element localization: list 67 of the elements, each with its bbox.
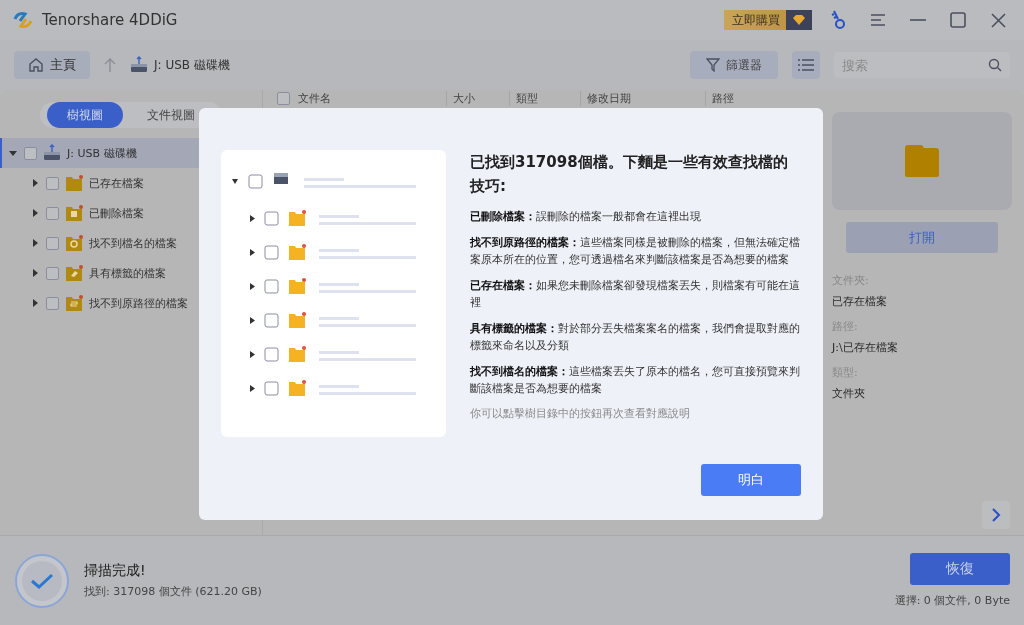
field-value: J:\已存在檔案: [832, 340, 899, 355]
folder-icon: [65, 294, 83, 312]
buy-now-button[interactable]: 立即購買: [724, 10, 812, 30]
column-header[interactable]: 文件名: [298, 90, 438, 106]
got-it-button[interactable]: 明白: [701, 464, 801, 496]
up-arrow-icon[interactable]: [104, 58, 116, 72]
search-icon[interactable]: [988, 58, 1002, 72]
expand-arrow-icon[interactable]: [30, 298, 40, 308]
expand-arrow-icon[interactable]: [30, 238, 40, 248]
home-icon: [28, 57, 44, 73]
tree-label: J: USB 磁碟機: [67, 145, 137, 161]
tip-text: 找不到原路徑的檔案：這些檔案同樣是被刪除的檔案，但無法確定檔案原本所在的位置，您可透過檔名來判斷該檔案是否為想要的檔案: [470, 235, 801, 268]
filter-icon: [706, 58, 720, 72]
selection-summary: 選擇: 0 個文件, 0 Byte: [894, 593, 1010, 608]
collapse-arrow-icon[interactable]: [8, 148, 18, 158]
tree-label: 找不到檔名的檔案: [89, 235, 177, 251]
column-header[interactable]: 修改日期: [580, 90, 697, 106]
tree-row[interactable]: 找不到原路徑的檔案: [0, 288, 262, 318]
path-label: J: USB 磁碟機: [154, 56, 230, 74]
column-header[interactable]: 類型: [509, 90, 572, 106]
hint-text: 你可以點擊樹目錄中的按鈕再次查看對應說明: [470, 406, 691, 421]
folder-icon: [65, 234, 83, 252]
checkbox[interactable]: [46, 296, 59, 310]
tree-label: 具有標籤的檔案: [89, 265, 166, 281]
column-header[interactable]: 大小: [446, 90, 501, 106]
expand-arrow-icon[interactable]: [30, 268, 40, 278]
home-button[interactable]: 主頁: [14, 51, 90, 79]
tree-row[interactable]: 已存在檔案: [0, 168, 262, 198]
checkbox[interactable]: [46, 266, 59, 280]
usb-drive-icon: [43, 144, 61, 162]
view-tab[interactable]: 樹視圖: [47, 102, 123, 128]
logo-icon: [12, 9, 34, 31]
checkbox[interactable]: [46, 176, 59, 190]
tree-row[interactable]: 找不到檔名的檔案: [0, 228, 262, 258]
column-header[interactable]: 路徑: [705, 90, 792, 106]
scan-complete-icon: [14, 552, 70, 609]
expand-arrow-icon[interactable]: [30, 178, 40, 188]
view-tab[interactable]: 文件視圖: [127, 102, 215, 128]
tree-label: 已存在檔案: [89, 175, 144, 191]
folder-icon: [904, 144, 940, 178]
diamond-icon: [792, 14, 806, 26]
usb-drive-icon: [130, 56, 148, 74]
tip-text: 已刪除檔案：誤刪除的檔案一般都會在這裡出現: [470, 209, 702, 225]
field-value: 已存在檔案: [832, 294, 888, 309]
expand-arrow-icon[interactable]: [30, 208, 40, 218]
status-title: 掃描完成!: [84, 562, 147, 580]
status-summary: 找到: 317098 個文件 (621.20 GB): [84, 584, 262, 599]
filter-button[interactable]: 篩選器: [690, 51, 778, 79]
folder-icon: [65, 264, 83, 282]
tip-text: 找不到檔名的檔案：這些檔案丟失了原本的檔名，您可直接預覽來判斷該檔案是否為想要的檔案: [470, 364, 801, 397]
tree-row[interactable]: 已刪除檔案: [0, 198, 262, 228]
checkbox[interactable]: [46, 206, 59, 220]
folder-icon: [65, 174, 83, 192]
list-view-icon[interactable]: [792, 51, 820, 79]
checkbox[interactable]: [46, 236, 59, 250]
checkbox[interactable]: [277, 91, 290, 105]
tree-label: 找不到原路徑的檔案: [89, 295, 188, 311]
app-title: Tenorshare 4DDiG: [42, 11, 178, 29]
dialog-title: 已找到317098個檔。下麵是一些有效查找檔的技巧:: [470, 152, 789, 197]
tree-row[interactable]: 具有標籤的檔案: [0, 258, 262, 288]
field-value: 文件夾: [832, 386, 866, 401]
folder-icon: [65, 204, 83, 222]
tree-label: 已刪除檔案: [89, 205, 144, 221]
recover-button[interactable]: 恢復: [910, 553, 1010, 585]
checkbox[interactable]: [24, 146, 37, 160]
tip-text: 已存在檔案：如果您未刪除檔案卻發現檔案丟失，則檔案有可能在這裡: [470, 278, 801, 311]
tip-text: 具有標籤的檔案：對於部分丟失檔案案名的檔案，我們會提取對應的標籤來命名以及分類: [470, 321, 801, 354]
